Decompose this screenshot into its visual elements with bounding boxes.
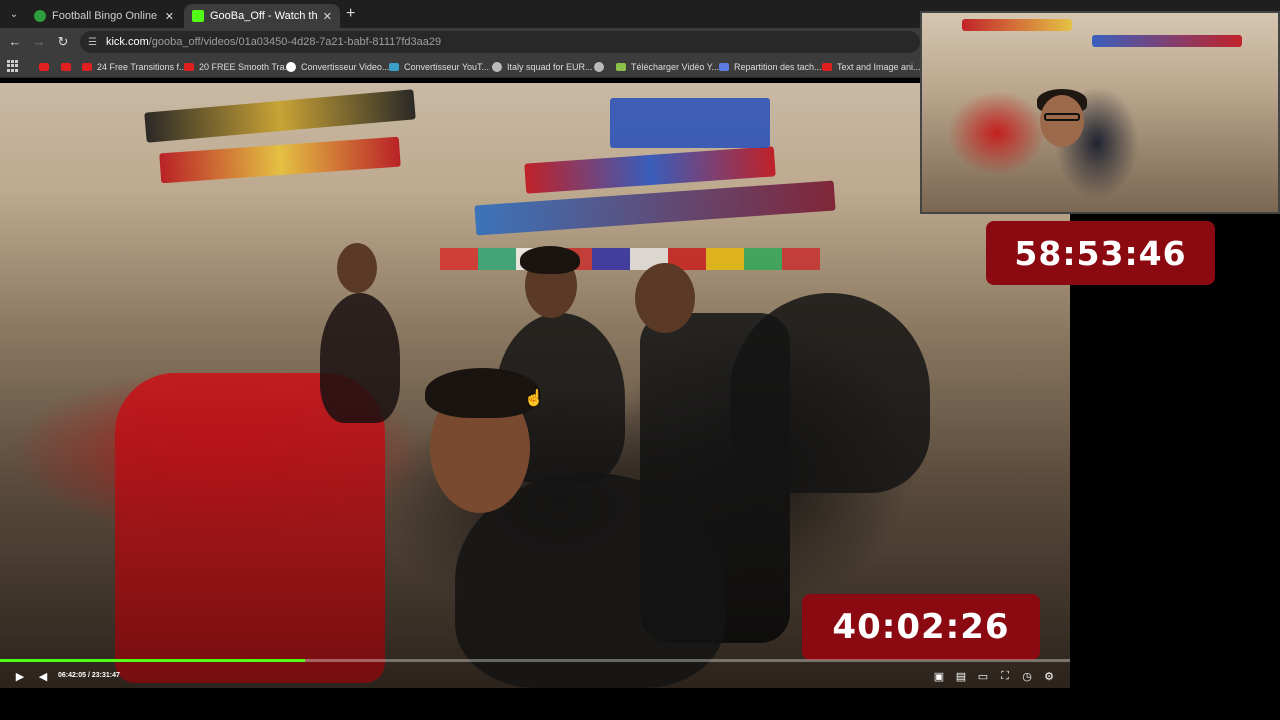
person-head	[337, 243, 377, 293]
globe-icon	[492, 62, 502, 72]
reload-icon[interactable]: ↻	[55, 34, 71, 50]
seek-progress	[0, 659, 305, 662]
bookmark-item[interactable]	[594, 60, 609, 74]
video-player[interactable]: ☝ 40:02:26 ▶ ◀ 06:42:05 / 23:31:47 ▣ ▤ ▭…	[0, 83, 1070, 688]
side-panel	[1070, 285, 1280, 688]
person	[320, 293, 400, 423]
player-controls: ▶ ◀ 06:42:05 / 23:31:47 ▣ ▤ ▭ ⛶ ◷ ⚙	[0, 667, 1070, 687]
bookmark-item[interactable]	[39, 60, 54, 74]
address-bar[interactable]: ☰ kick.com/gooba_off/videos/01a03450-4d2…	[80, 31, 920, 53]
youtube-icon	[82, 63, 92, 71]
bookmark-item[interactable]: Convertisseur YouT...	[389, 60, 489, 74]
person-hair	[425, 368, 540, 418]
flags-row	[440, 248, 820, 270]
new-tab-button[interactable]: +	[346, 5, 355, 23]
scarf-banner	[144, 89, 416, 143]
site-info-icon[interactable]: ☰	[88, 37, 97, 48]
streamer-head	[1040, 95, 1084, 147]
settings-gear-icon[interactable]: ⚙	[1042, 670, 1056, 683]
apps-grid-icon[interactable]	[7, 60, 19, 72]
youtube-icon	[39, 63, 49, 71]
close-icon[interactable]: ✕	[165, 10, 174, 23]
clip-icon[interactable]: ▤	[954, 670, 968, 683]
globe-icon	[594, 62, 604, 72]
bookmark-item[interactable]: Convertisseur Video...	[286, 60, 389, 74]
stream-timer: 40:02:26	[802, 594, 1040, 660]
bookmark-item[interactable]: Italy squad for EUR...	[492, 60, 593, 74]
back-arrow-icon[interactable]: ←	[7, 34, 23, 49]
forms-icon	[719, 63, 729, 71]
scarf-banner	[1092, 35, 1242, 47]
speed-icon[interactable]: ◷	[1020, 670, 1034, 683]
person	[730, 293, 930, 493]
pip-icon[interactable]: ▣	[932, 670, 946, 683]
tab-football-bingo[interactable]: Football Bingo Online - Play No ✕	[26, 4, 182, 28]
play-icon[interactable]: ▶	[13, 670, 27, 683]
bookmark-item[interactable]: Text and Image ani...	[822, 60, 921, 74]
close-icon[interactable]: ✕	[323, 10, 332, 23]
webcam-overlay	[920, 11, 1280, 214]
bookmark-item[interactable]: 20 FREE Smooth Tra...	[184, 60, 292, 74]
kick-logo-icon	[192, 10, 204, 22]
overlay-timer: 58:53:46	[986, 221, 1215, 285]
volume-icon[interactable]: ◀	[36, 670, 50, 683]
url-path: /gooba_off/videos/01a03450-4d28-7a21-bab…	[148, 36, 442, 48]
seek-bar[interactable]	[0, 659, 1070, 662]
bookmark-item[interactable]: Télécharger Vidéo Y...	[616, 60, 719, 74]
time-display: 06:42:05 / 23:31:47	[58, 672, 120, 679]
person-head	[635, 263, 695, 333]
fullscreen-icon[interactable]: ⛶	[998, 670, 1012, 683]
google-icon	[286, 62, 296, 72]
converter-icon	[389, 63, 399, 71]
tab-title: GooBa_Off - Watch the VOD on	[210, 10, 317, 22]
forward-arrow-icon[interactable]: →	[31, 34, 47, 49]
jersey-banner	[610, 98, 770, 148]
bookmark-item[interactable]: 24 Free Transitions f...	[82, 60, 187, 74]
youtube-icon	[822, 63, 832, 71]
person-hair	[520, 246, 580, 274]
tab-kick-vod[interactable]: GooBa_Off - Watch the VOD on ✕	[184, 4, 340, 28]
mouse-cursor-icon: ☝	[524, 390, 544, 407]
favicon-icon	[34, 10, 46, 22]
youtube-icon	[61, 63, 71, 71]
glasses	[1044, 113, 1080, 121]
tab-title: Football Bingo Online - Play No	[52, 10, 159, 22]
scarf-banner	[962, 19, 1072, 31]
theater-mode-icon[interactable]: ▭	[976, 670, 990, 683]
bookmark-item[interactable]	[61, 60, 76, 74]
youtube-icon	[184, 63, 194, 71]
url-host: kick.com	[105, 36, 149, 48]
scarf-banner	[159, 136, 401, 184]
tab-search-icon[interactable]: ⌄	[6, 6, 22, 22]
bookmark-item[interactable]: Repartition des tach...	[719, 60, 822, 74]
download-icon	[616, 63, 626, 71]
